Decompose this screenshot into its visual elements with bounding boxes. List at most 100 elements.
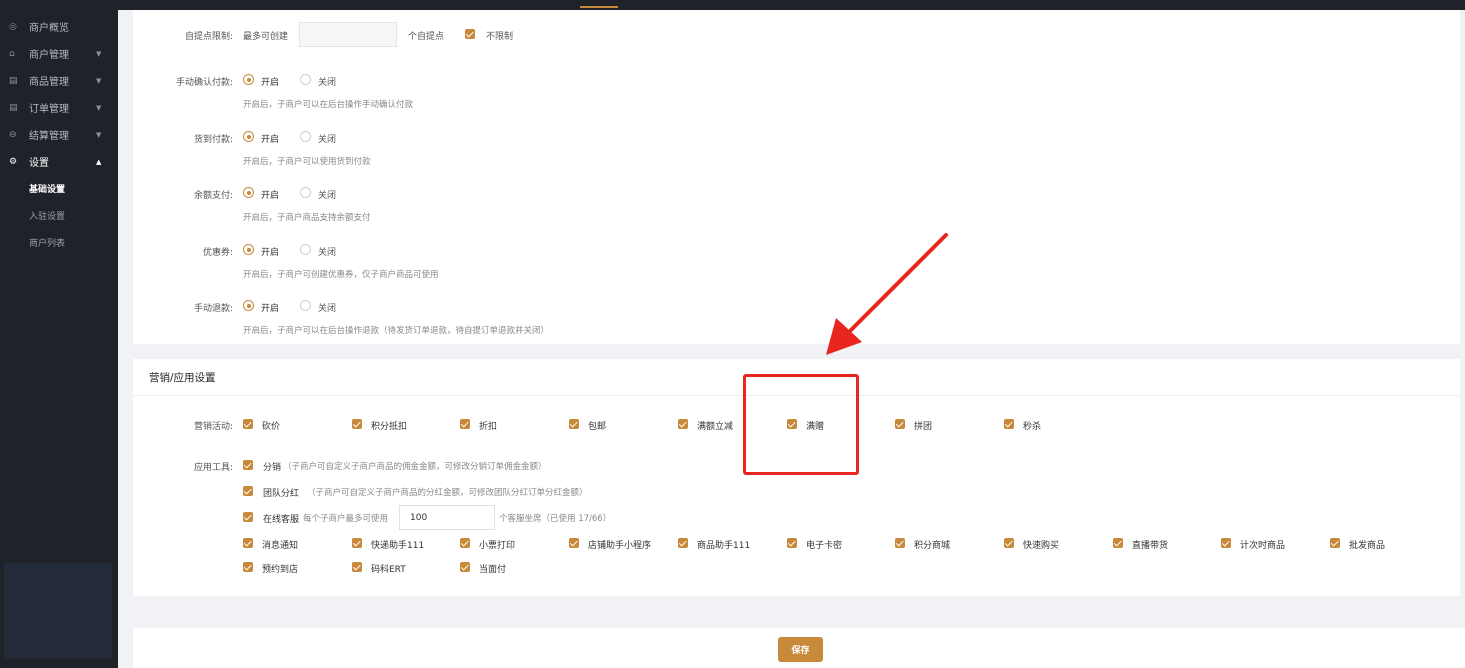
sidebar-menu: ◎ 商户概览 ⌂ 商户管理 ▼ ▤ 商品管理 ▼ ▤ 订单管理 ▼ ⊖ 结算管理 ▼	[0, 13, 118, 148]
gear-icon: ⚙	[9, 156, 18, 167]
tool-label: 消息通知	[262, 541, 299, 551]
activity-checkbox[interactable]	[352, 419, 362, 429]
sidebar-item-label: 商品管理	[29, 77, 69, 88]
order-icon: ▤	[9, 102, 18, 113]
radio-off-label: 关闭	[318, 135, 337, 145]
pickup-unlimited-label: 不限制	[486, 32, 514, 42]
activity-label: 拼团	[914, 422, 933, 432]
active-tab-indicator	[580, 6, 618, 8]
tool-checkbox[interactable]	[352, 562, 362, 572]
distribution-checkbox[interactable]	[243, 460, 253, 470]
activity-checkbox[interactable]	[895, 419, 905, 429]
setting-label: 手动确认付款:	[175, 78, 233, 88]
online-service-suffix: 个客服坐席（已使用 17/66）	[499, 514, 612, 524]
radio-off[interactable]	[300, 131, 311, 142]
tool-checkbox[interactable]	[352, 538, 362, 548]
sidebar-item[interactable]: ▤ 商品管理 ▼	[0, 67, 118, 94]
footer-panel: 保存	[133, 628, 1465, 668]
pickup-limit-input[interactable]	[299, 22, 397, 47]
sidebar-footer-block	[4, 563, 112, 658]
activity-label: 满额立减	[697, 422, 734, 432]
tool-checkbox[interactable]	[243, 562, 253, 572]
sidebar-subitem-onboarding-settings[interactable]: 入驻设置	[0, 202, 118, 229]
setting-hint: 开启后，子商户可以在后台操作手动确认付款	[243, 100, 414, 110]
sidebar-subitem-basic-settings[interactable]: 基础设置	[0, 175, 118, 202]
tool-checkbox[interactable]	[460, 562, 470, 572]
radio-off[interactable]	[300, 74, 311, 85]
overview-icon: ◎	[9, 21, 17, 32]
tool-checkbox[interactable]	[1113, 538, 1123, 548]
tool-checkbox[interactable]	[678, 538, 688, 548]
sidebar-item-settings[interactable]: ⚙ 设置 ▲	[0, 148, 118, 175]
setting-label: 余额支付:	[193, 191, 233, 201]
sidebar-item-label: 设置	[29, 158, 49, 169]
activity-checkbox[interactable]	[1004, 419, 1014, 429]
radio-on-label: 开启	[261, 304, 280, 314]
tool-label: 店铺助手小程序	[588, 541, 652, 551]
online-service-label: 在线客服	[263, 515, 300, 525]
radio-on[interactable]	[243, 300, 254, 311]
tool-checkbox[interactable]	[1330, 538, 1340, 548]
radio-on[interactable]	[243, 244, 254, 255]
sidebar-item[interactable]: ⌂ 商户管理 ▼	[0, 40, 118, 67]
distribution-hint: （子商户可自定义子商户商品的佣金金额，可修改分销订单佣金金额）	[283, 462, 547, 472]
sidebar-item[interactable]: ▤ 订单管理 ▼	[0, 94, 118, 121]
app-tools-label: 应用工具:	[193, 463, 233, 473]
setting-hint: 开启后，子商户商品支持余额支付	[243, 213, 371, 223]
shop-icon: ⌂	[9, 48, 15, 59]
tool-checkbox[interactable]	[1004, 538, 1014, 548]
radio-on[interactable]	[243, 74, 254, 85]
team-bonus-hint: （子商户可自定义子商户商品的分红金额，可修改团队分红订单分红金额）	[307, 488, 588, 498]
sidebar: ◎ 商户概览 ⌂ 商户管理 ▼ ▤ 商品管理 ▼ ▤ 订单管理 ▼ ⊖ 结算管理 ▼ ⚙ 设置 ▲ 基础设…	[0, 0, 118, 668]
team-bonus-label: 团队分红	[263, 489, 300, 499]
activity-checkbox[interactable]	[569, 419, 579, 429]
chevron-down-icon: ▼	[96, 49, 102, 58]
activity-label: 包邮	[588, 422, 607, 432]
tool-label: 快速购买	[1023, 541, 1060, 551]
team-bonus-checkbox[interactable]	[243, 486, 253, 496]
tool-checkbox[interactable]	[569, 538, 579, 548]
service-seat-input[interactable]: 100	[399, 505, 495, 530]
tool-label: 电子卡密	[806, 541, 843, 551]
radio-on[interactable]	[243, 131, 254, 142]
setting-hint: 开启后，子商户可以在后台操作退款（待发货订单退款，待自提订单退款并关闭）	[243, 326, 550, 336]
tool-checkbox[interactable]	[787, 538, 797, 548]
tool-checkbox[interactable]	[895, 538, 905, 548]
radio-off[interactable]	[300, 244, 311, 255]
sidebar-item[interactable]: ◎ 商户概览	[0, 13, 118, 40]
activity-checkbox[interactable]	[678, 419, 688, 429]
section-title: 营销/应用设置	[149, 372, 216, 384]
radio-off-label: 关闭	[318, 78, 337, 88]
radio-on-label: 开启	[261, 135, 280, 145]
tool-label: 预约到店	[262, 565, 299, 575]
top-bar	[118, 0, 1465, 10]
setting-label: 货到付款:	[193, 135, 233, 145]
sidebar-item-label: 结算管理	[29, 131, 69, 142]
radio-off-label: 关闭	[318, 304, 337, 314]
sidebar-item-label: 商户管理	[29, 50, 69, 61]
pickup-limit-prefix: 最多可创建	[243, 32, 289, 42]
radio-off[interactable]	[300, 300, 311, 311]
chevron-up-icon: ▲	[96, 157, 102, 166]
activity-checkbox[interactable]	[243, 419, 253, 429]
radio-on-label: 开启	[261, 78, 280, 88]
save-button[interactable]: 保存	[778, 637, 823, 662]
setting-label: 优惠券:	[202, 248, 233, 258]
activity-label: 砍价	[262, 422, 281, 432]
radio-on-label: 开启	[261, 248, 280, 258]
online-service-checkbox[interactable]	[243, 512, 253, 522]
pickup-limit-suffix: 个自提点	[408, 32, 445, 42]
basic-settings-panel: 自提点限制: 最多可创建 个自提点 不限制 手动确认付款: 开启 关闭 开启后，子商户…	[133, 10, 1460, 344]
tool-checkbox[interactable]	[1221, 538, 1231, 548]
activity-checkbox[interactable]	[460, 419, 470, 429]
radio-off[interactable]	[300, 187, 311, 198]
pickup-unlimited-checkbox[interactable]	[465, 29, 475, 39]
chevron-down-icon: ▼	[96, 103, 102, 112]
radio-on[interactable]	[243, 187, 254, 198]
sidebar-subitem-merchant-list[interactable]: 商户列表	[0, 229, 118, 256]
online-service-prefix: 每个子商户最多可使用	[303, 514, 389, 524]
tool-checkbox[interactable]	[460, 538, 470, 548]
tool-label: 当面付	[479, 565, 507, 575]
sidebar-item[interactable]: ⊖ 结算管理 ▼	[0, 121, 118, 148]
tool-checkbox[interactable]	[243, 538, 253, 548]
